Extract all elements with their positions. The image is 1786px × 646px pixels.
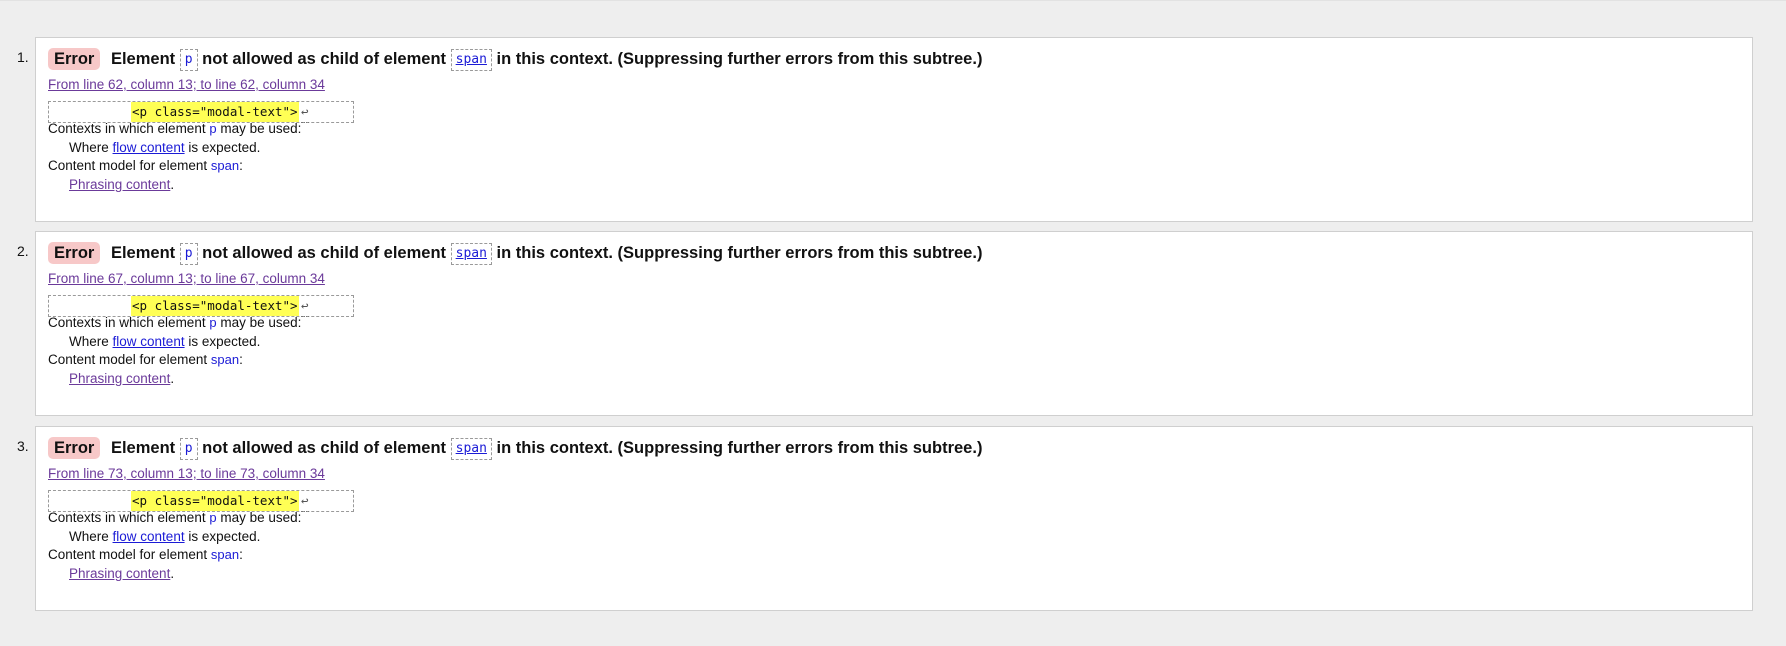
model-suffix: . [170,371,175,386]
error-item: 3. Error Element p not allowed as child … [0,426,1786,611]
context-where: Where flow content is expected. [69,529,260,544]
message-mid: not allowed as child of element [202,244,447,262]
context-where: Where flow content is expected. [69,334,260,349]
contexts-label-suffix: may be used: [220,510,302,525]
contexts-element-link[interactable]: p [209,315,216,330]
parent-element-link[interactable]: span [456,441,487,456]
content-model-value: Phrasing content. [69,371,174,386]
highlighted-code: <p class="modal-text"> [131,102,299,122]
child-element-link[interactable]: p [185,52,193,67]
message-prefix: Element [110,439,176,457]
model-label-suffix: : [239,158,243,173]
error-card: Error Element p not allowed as child of … [35,231,1753,416]
error-item: 2. Error Element p not allowed as child … [0,231,1786,416]
line-feed-icon: ↩ [301,296,309,317]
model-label-prefix: Content model for element [48,352,208,367]
flow-content-link[interactable]: flow content [113,140,185,155]
model-label-prefix: Content model for element [48,547,208,562]
model-element-link[interactable]: span [211,547,239,562]
code-extract: <p class="modal-text"> ↩ [48,101,354,123]
contexts-label: Contexts in which element p may be used: [48,121,301,136]
contexts-label-suffix: may be used: [220,315,302,330]
model-label-prefix: Content model for element [48,158,208,173]
contexts-label-prefix: Contexts in which element [48,121,206,136]
contexts-label-suffix: may be used: [220,121,302,136]
model-suffix: . [170,566,175,581]
child-element-code: p [179,242,198,265]
content-model-value: Phrasing content. [69,177,174,192]
message-prefix: Element [110,244,176,262]
code-extract: <p class="modal-text"> ↩ [48,295,354,317]
model-label-suffix: : [239,547,243,562]
line-feed-icon: ↩ [301,102,309,123]
contexts-label: Contexts in which element p may be used: [48,315,301,330]
child-element-code: p [179,437,198,460]
content-model-label: Content model for element span: [48,158,243,173]
where-suffix: is expected. [188,334,261,349]
error-location-link[interactable]: From line 67, column 13; to line 67, col… [48,271,325,286]
flow-content-link[interactable]: flow content [113,334,185,349]
message-suffix: in this context. (Suppressing further er… [496,439,983,457]
model-element-link[interactable]: span [211,352,239,367]
flow-content-link[interactable]: flow content [113,529,185,544]
results-panel: 1. Error Element p not allowed as child … [0,0,1786,646]
contexts-label-prefix: Contexts in which element [48,510,206,525]
message-mid: not allowed as child of element [202,50,447,68]
code-extract: <p class="modal-text"> ↩ [48,490,354,512]
content-model-value: Phrasing content. [69,566,174,581]
error-message: Error Element p not allowed as child of … [48,437,982,460]
error-location-link[interactable]: From line 73, column 13; to line 73, col… [48,466,325,481]
parent-element-link[interactable]: span [456,246,487,261]
error-badge: Error [48,242,101,264]
parent-element-code: span [450,437,492,460]
contexts-label: Contexts in which element p may be used: [48,510,301,525]
where-prefix: Where [69,334,109,349]
phrasing-content-link[interactable]: Phrasing content [69,371,170,386]
error-number: 2. [17,243,29,259]
model-element-link[interactable]: span [211,158,239,173]
error-location-link[interactable]: From line 62, column 13; to line 62, col… [48,77,325,92]
model-suffix: . [170,177,175,192]
error-message: Error Element p not allowed as child of … [48,48,982,71]
model-label-suffix: : [239,352,243,367]
message-prefix: Element [110,50,176,68]
message-suffix: in this context. (Suppressing further er… [496,50,983,68]
parent-element-link[interactable]: span [456,52,487,67]
error-item: 1. Error Element p not allowed as child … [0,37,1786,222]
child-element-link[interactable]: p [185,441,193,456]
error-message: Error Element p not allowed as child of … [48,242,982,265]
error-number: 1. [17,49,29,65]
child-element-code: p [179,48,198,71]
content-model-label: Content model for element span: [48,547,243,562]
contexts-element-link[interactable]: p [209,121,216,136]
message-mid: not allowed as child of element [202,439,447,457]
error-badge: Error [48,437,101,459]
highlighted-code: <p class="modal-text"> [131,296,299,316]
where-prefix: Where [69,140,109,155]
contexts-element-link[interactable]: p [209,510,216,525]
parent-element-code: span [450,48,492,71]
where-prefix: Where [69,529,109,544]
child-element-link[interactable]: p [185,246,193,261]
error-card: Error Element p not allowed as child of … [35,37,1753,222]
parent-element-code: span [450,242,492,265]
phrasing-content-link[interactable]: Phrasing content [69,566,170,581]
where-suffix: is expected. [188,140,261,155]
line-feed-icon: ↩ [301,491,309,512]
error-badge: Error [48,48,101,70]
highlighted-code: <p class="modal-text"> [131,491,299,511]
message-suffix: in this context. (Suppressing further er… [496,244,983,262]
contexts-label-prefix: Contexts in which element [48,315,206,330]
phrasing-content-link[interactable]: Phrasing content [69,177,170,192]
context-where: Where flow content is expected. [69,140,260,155]
error-number: 3. [17,438,29,454]
where-suffix: is expected. [188,529,261,544]
error-card: Error Element p not allowed as child of … [35,426,1753,611]
content-model-label: Content model for element span: [48,352,243,367]
